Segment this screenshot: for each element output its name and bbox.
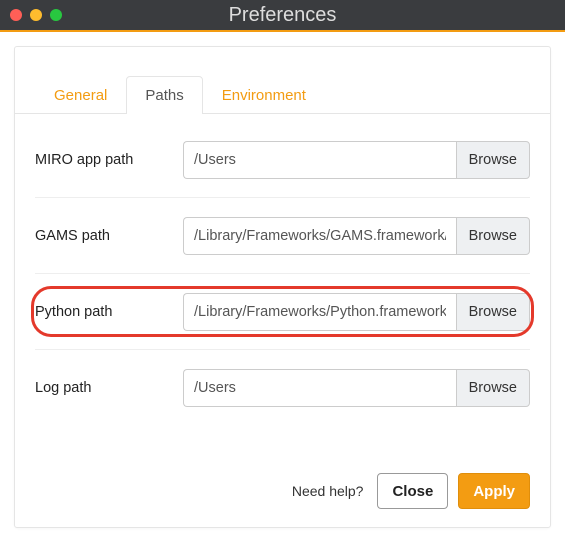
- close-button[interactable]: Close: [377, 473, 448, 509]
- input-group-log: Browse: [183, 369, 530, 407]
- input-group-gams: Browse: [183, 217, 530, 255]
- label-log-path: Log path: [35, 380, 183, 396]
- preferences-card: General Paths Environment MIRO app path …: [14, 46, 551, 528]
- titlebar: Preferences: [0, 0, 565, 32]
- window-body: General Paths Environment MIRO app path …: [0, 32, 565, 542]
- form-area: MIRO app path Browse GAMS path Browse Py…: [15, 114, 550, 426]
- label-python-path: Python path: [35, 304, 183, 320]
- browse-miro-button[interactable]: Browse: [456, 141, 530, 179]
- row-log-path: Log path Browse: [35, 350, 530, 426]
- row-gams-path: GAMS path Browse: [35, 198, 530, 274]
- close-window-icon[interactable]: [10, 9, 22, 21]
- window-controls: [0, 9, 62, 21]
- label-gams-path: GAMS path: [35, 228, 183, 244]
- miro-app-path-input[interactable]: [183, 141, 456, 179]
- tabs: General Paths Environment: [15, 47, 550, 114]
- tab-general[interactable]: General: [35, 76, 126, 114]
- window-title: Preferences: [0, 4, 565, 27]
- minimize-window-icon[interactable]: [30, 9, 42, 21]
- input-group-miro: Browse: [183, 141, 530, 179]
- footer: Need help? Close Apply: [292, 473, 530, 509]
- need-help-link[interactable]: Need help?: [292, 483, 364, 499]
- log-path-input[interactable]: [183, 369, 456, 407]
- label-miro-app-path: MIRO app path: [35, 152, 183, 168]
- browse-log-button[interactable]: Browse: [456, 369, 530, 407]
- browse-gams-button[interactable]: Browse: [456, 217, 530, 255]
- zoom-window-icon[interactable]: [50, 9, 62, 21]
- tab-paths[interactable]: Paths: [126, 76, 202, 114]
- tab-environment[interactable]: Environment: [203, 76, 325, 114]
- row-miro-app-path: MIRO app path Browse: [35, 122, 530, 198]
- input-group-python: Browse: [183, 293, 530, 331]
- python-path-input[interactable]: [183, 293, 456, 331]
- apply-button[interactable]: Apply: [458, 473, 530, 509]
- browse-python-button[interactable]: Browse: [456, 293, 530, 331]
- row-python-path: Python path Browse: [35, 274, 530, 350]
- gams-path-input[interactable]: [183, 217, 456, 255]
